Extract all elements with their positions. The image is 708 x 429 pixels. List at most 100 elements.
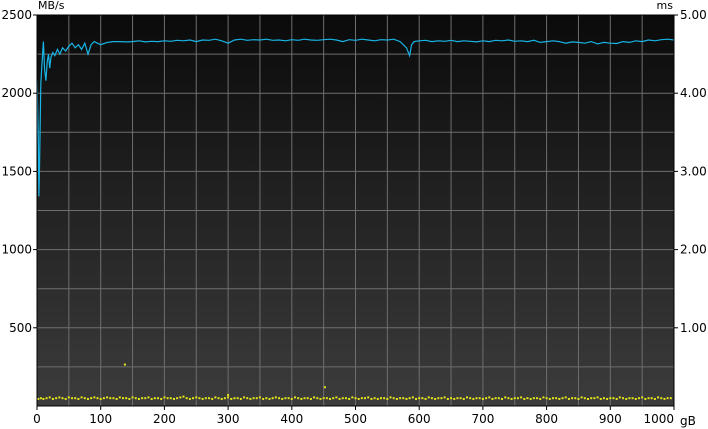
left-axis-tick-label: 2000: [1, 86, 32, 100]
access-time-point: [192, 397, 195, 400]
access-time-point: [634, 397, 637, 400]
access-time-point: [392, 397, 395, 400]
access-time-point: [583, 397, 586, 400]
access-time-point: [233, 397, 236, 400]
access-time-point: [443, 396, 446, 399]
access-time-point: [351, 396, 354, 399]
access-time-point: [144, 397, 147, 400]
access-time-point: [497, 397, 500, 400]
access-time-point: [478, 397, 481, 400]
access-time-point: [590, 397, 593, 400]
access-time-point: [179, 396, 182, 399]
access-time-point: [204, 397, 207, 400]
access-time-point: [303, 397, 306, 400]
access-time-point: [446, 397, 449, 400]
access-time-point: [284, 397, 287, 400]
access-time-point: [574, 397, 577, 400]
left-axis-tick-label: 2500: [1, 8, 32, 22]
access-time-point: [252, 397, 255, 400]
access-time-point: [278, 397, 281, 400]
access-time-point: [316, 397, 319, 400]
access-time-point: [456, 397, 459, 400]
access-time-point: [64, 397, 67, 400]
access-time-point: [329, 397, 332, 400]
access-time-point: [157, 397, 160, 400]
access-time-point: [647, 397, 650, 400]
right-axis-tick-label: 5.00: [680, 8, 707, 22]
access-time-point: [383, 397, 386, 400]
right-axis-tick-label: 4.00: [680, 86, 707, 100]
left-axis-tick-label: 1000: [1, 243, 32, 257]
access-time-point: [567, 397, 570, 400]
access-time-point: [376, 397, 379, 400]
access-time-point: [322, 397, 325, 400]
access-time-point: [90, 397, 93, 400]
access-time-point: [51, 397, 54, 400]
access-time-point: [297, 397, 300, 400]
access-time-point: [357, 397, 360, 400]
access-time-point: [344, 397, 347, 400]
access-time-point: [217, 397, 220, 400]
access-time-point: [354, 397, 357, 400]
access-time-point: [373, 397, 376, 400]
right-axis-tick-label: 1.00: [680, 321, 707, 335]
access-time-point: [551, 397, 554, 400]
access-time-point: [188, 397, 191, 400]
access-time-point: [561, 397, 564, 400]
grid: [36, 14, 675, 407]
access-time-point: [220, 397, 223, 400]
left-axis-unit: MB/s: [38, 0, 65, 12]
access-time-point: [109, 397, 112, 400]
access-time-point: [625, 397, 628, 400]
access-time-point: [415, 397, 418, 400]
access-time-point: [176, 397, 179, 400]
access-time-point: [399, 397, 402, 400]
x-axis-tick-label: 1000: [643, 412, 674, 426]
access-time-point: [542, 396, 545, 399]
access-time-point: [606, 397, 609, 400]
access-time-point: [501, 397, 504, 400]
access-time-point: [182, 395, 185, 398]
access-time-point: [153, 397, 156, 400]
access-time-point: [548, 397, 551, 400]
access-time-point: [141, 397, 144, 400]
access-time-point: [249, 397, 252, 400]
access-time-point: [424, 397, 427, 400]
access-time-point: [370, 397, 373, 400]
access-time-point: [660, 397, 663, 400]
access-time-point: [123, 363, 126, 366]
access-time-point: [644, 397, 647, 400]
right-axis-unit: ms: [657, 0, 674, 12]
access-time-point: [227, 394, 230, 397]
access-time-point: [37, 397, 40, 400]
access-time-point: [125, 397, 128, 400]
access-time-point: [465, 396, 468, 399]
access-time-point: [485, 397, 488, 400]
x-axis-tick-label: 800: [535, 412, 558, 426]
access-time-point: [71, 397, 74, 400]
access-time-point: [198, 397, 201, 400]
access-time-point: [268, 397, 271, 400]
access-time-point: [348, 397, 351, 400]
access-time-point: [281, 397, 284, 400]
access-time-point: [83, 397, 86, 400]
x-axis-tick-label: 200: [153, 412, 176, 426]
access-time-point: [421, 397, 424, 400]
left-axis-tick-label: 1500: [1, 164, 32, 178]
access-time-point: [386, 397, 389, 400]
access-time-point: [430, 397, 433, 400]
access-time-point: [207, 397, 210, 400]
access-time-point: [223, 397, 226, 400]
access-time-point: [290, 397, 293, 400]
access-time-point: [453, 397, 456, 400]
access-time-point: [230, 397, 233, 400]
access-time-point: [80, 396, 83, 399]
access-time-point: [545, 397, 548, 400]
access-time-point: [472, 397, 475, 400]
access-time-point: [58, 396, 61, 399]
access-time-point: [437, 397, 440, 400]
access-time-point: [631, 397, 634, 400]
access-time-point: [666, 397, 669, 400]
access-time-point: [481, 397, 484, 400]
access-time-point: [440, 397, 443, 400]
